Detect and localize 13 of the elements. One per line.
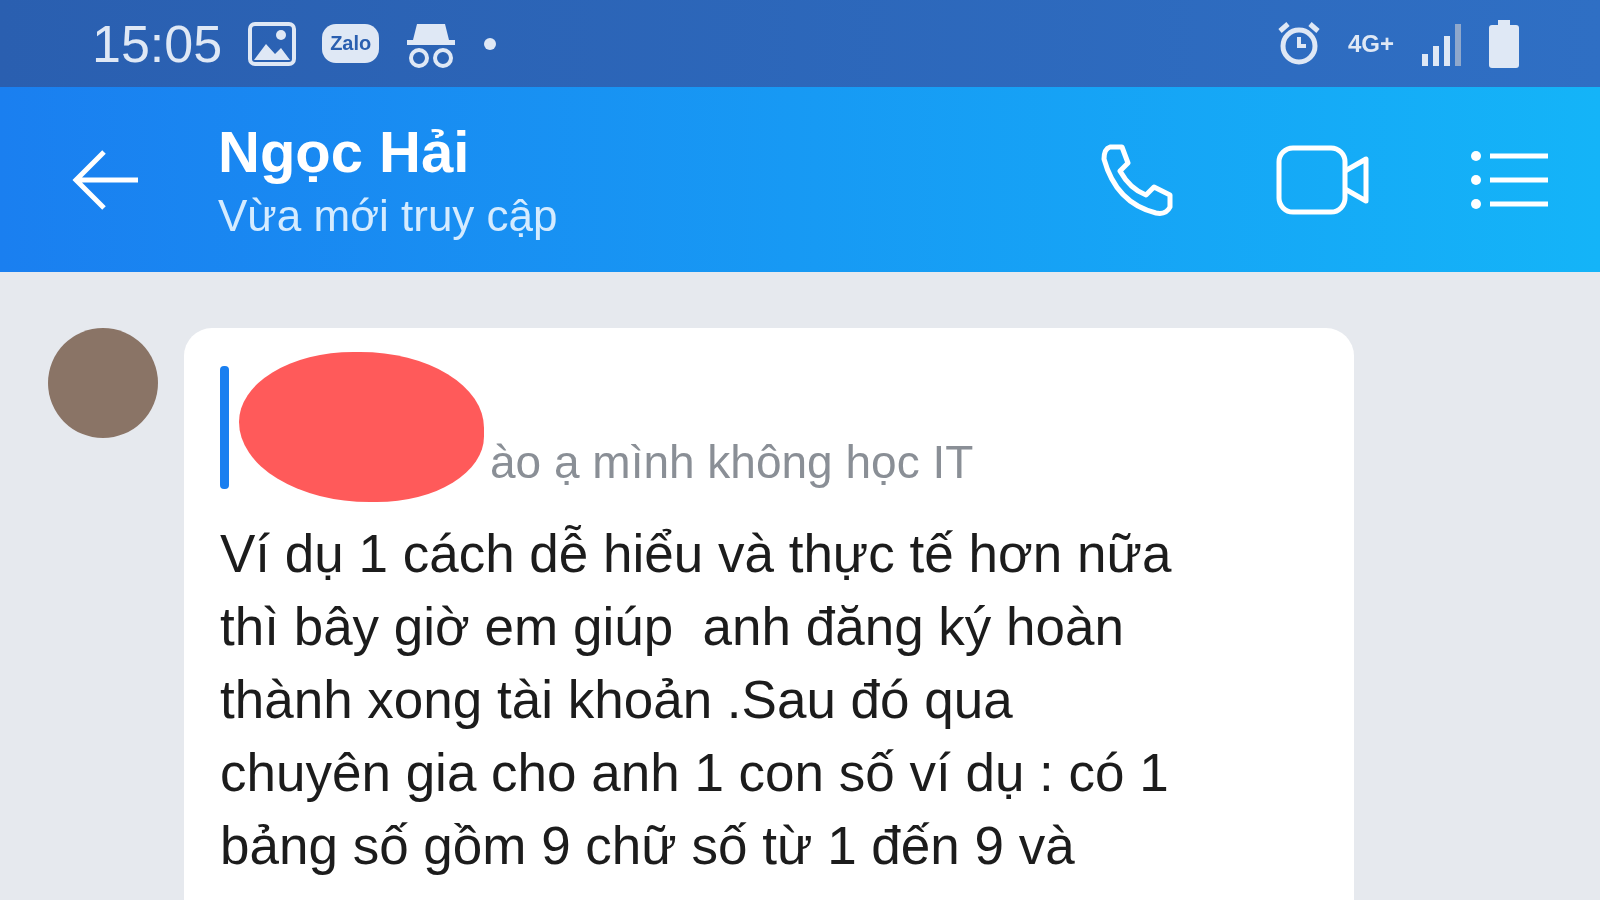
menu-icon[interactable] [1470,149,1550,210]
clock-time: 15:05 [92,13,223,74]
image-icon [248,21,297,66]
battery-icon [1488,19,1520,68]
signal-icon [1420,21,1462,66]
quoted-text: ào ạ mình không học IT [490,435,974,489]
video-camera-icon[interactable] [1276,144,1370,215]
network-label: 4G+ [1347,29,1394,58]
contact-status: Vừa mới truy cập [218,191,559,241]
message-text: Ví dụ 1 cách dễ hiểu và thực tế hơn nữa thì bây giờ em giúp anh đăng ký hoàn thành xong tài khoản .Sau đó qua chuyên gia cho anh 1 con số ví dụ : có 1 bảng số gồm 9 chữ số từ 1 đến 9 và [220,523,1173,877]
app-badge: Zalo [322,24,380,63]
dot-icon [483,36,498,51]
contact-name: Ngọc Hải [218,118,471,185]
